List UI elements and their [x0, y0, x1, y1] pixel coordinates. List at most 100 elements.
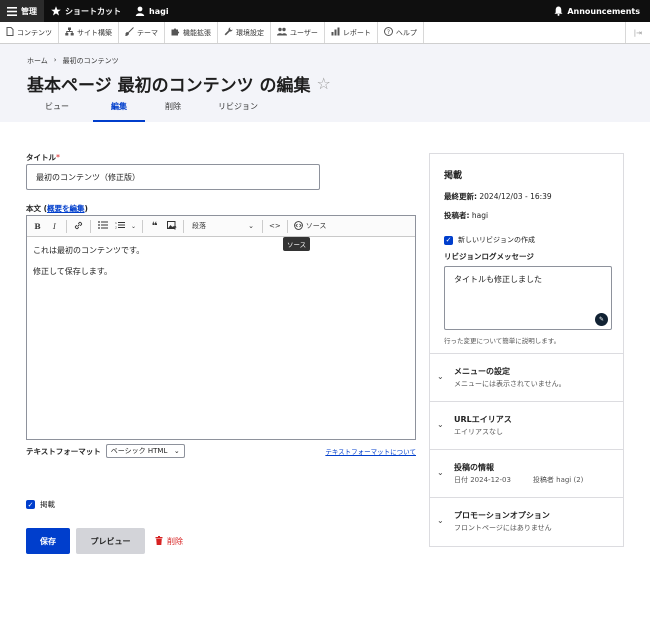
breadcrumb: ホーム › 最初のコンテンツ: [27, 56, 623, 66]
published-label: 掲載: [40, 500, 55, 509]
editor-toolbar: B I 12 ⌄ ❝ 段落 ⌄ <> ソース: [27, 216, 415, 237]
shortcut-star-icon[interactable]: ☆: [317, 74, 331, 93]
document-icon: [6, 27, 14, 38]
tray-item-reports[interactable]: レポート: [325, 22, 378, 43]
shortcuts-menu[interactable]: ショートカット: [44, 0, 128, 22]
tab-view[interactable]: ビュー: [27, 101, 87, 122]
list-options-dropdown[interactable]: ⌄: [129, 218, 138, 235]
tray-item-structure[interactable]: サイト構築: [59, 22, 119, 43]
text-format-value: ベーシック HTML: [110, 447, 168, 455]
preview-button[interactable]: プレビュー: [76, 528, 145, 554]
wrench-icon: [224, 27, 233, 38]
delete-label: 削除: [167, 536, 183, 546]
numbered-list-icon: 12: [115, 221, 125, 231]
published-checkbox[interactable]: ✓: [26, 500, 35, 509]
editor-paragraph: これは最初のコンテンツです。: [33, 246, 145, 255]
publish-section-title: 掲載: [444, 171, 463, 181]
tray-item-label: テーマ: [137, 28, 158, 37]
svg-text:2: 2: [115, 226, 117, 230]
accordion-summary: メニューには表示されていません。: [454, 380, 566, 388]
tray-orientation-toggle[interactable]: |⇥: [624, 22, 650, 43]
tray-item-config[interactable]: 環境設定: [218, 22, 271, 43]
tray-item-label: 環境設定: [236, 28, 264, 37]
title-label: タイトル: [26, 153, 56, 162]
svg-text:1: 1: [115, 221, 117, 225]
link-icon: [74, 221, 83, 232]
breadcrumb-home[interactable]: ホーム: [27, 56, 48, 66]
text-format-help-link[interactable]: テキストフォーマットについて: [325, 446, 416, 456]
authoring-date: 日付 2024-12-03: [454, 476, 511, 484]
required-marker: *: [56, 153, 60, 162]
breadcrumb-current[interactable]: 最初のコンテンツ: [63, 56, 119, 66]
body-editor: B I 12 ⌄ ❝ 段落 ⌄ <> ソース これは最初のコンテンツです。 修正…: [26, 215, 416, 440]
star-icon: [51, 6, 61, 16]
source-button[interactable]: ソース: [292, 218, 329, 235]
italic-button[interactable]: I: [47, 218, 62, 235]
tray-item-label: 機能拡張: [183, 28, 211, 37]
author-value: hagi: [471, 211, 489, 220]
bold-button[interactable]: B: [30, 218, 45, 235]
announcements-label: Announcements: [567, 6, 640, 16]
bell-icon: [554, 6, 563, 16]
user-icon: [135, 6, 145, 16]
tab-revisions[interactable]: リビジョン: [193, 101, 283, 122]
chevron-down-icon: ⌄: [437, 516, 444, 525]
tray-item-content[interactable]: コンテンツ: [0, 22, 59, 43]
source-label: ソース: [305, 222, 327, 230]
save-button[interactable]: 保存: [26, 528, 70, 554]
blockquote-button[interactable]: ❝: [147, 218, 162, 235]
title-input[interactable]: 最初のコンテンツ（修正版）: [26, 164, 320, 190]
local-tabs: ビュー 編集 削除 リビジョン: [27, 101, 283, 122]
accordion-menu-settings[interactable]: ⌄ メニューの設定 メニューには表示されていません。: [430, 354, 623, 402]
bulleted-list-button[interactable]: [95, 218, 110, 235]
revision-log-label: リビジョンログメッセージ: [444, 252, 534, 261]
last-updated-row: 最終更新: 2024/12/03 - 16:39: [444, 191, 609, 202]
tab-delete[interactable]: 削除: [153, 101, 193, 122]
new-revision-label: 新しいリビジョンの作成: [458, 236, 535, 244]
delete-button[interactable]: 削除: [155, 528, 183, 554]
manage-label: 管理: [21, 6, 37, 16]
user-menu[interactable]: hagi: [128, 0, 176, 22]
accordion-summary: 日付 2024-12-03 投稿者 hagi (2): [454, 475, 583, 485]
user-label: hagi: [149, 6, 169, 16]
publish-section: 掲載 最終更新: 2024/12/03 - 16:39 投稿者: hagi ✓ …: [430, 154, 623, 354]
sitemap-icon: [65, 27, 74, 38]
accordion-summary: エイリアスなし: [454, 428, 503, 436]
numbered-list-button[interactable]: 12: [112, 218, 127, 235]
accordion-title: 投稿の情報: [454, 463, 494, 472]
code-button[interactable]: <>: [267, 218, 283, 235]
accordion-authoring-info[interactable]: ⌄ 投稿の情報 日付 2024-12-03 投稿者 hagi (2): [430, 450, 623, 498]
chevron-down-icon: ⌄: [173, 447, 180, 455]
page-title: 基本ページ 最初のコンテンツ の編集: [27, 76, 311, 96]
tray-item-help[interactable]: ? ヘルプ: [378, 22, 424, 43]
revision-log-textarea[interactable]: タイトルも修正しました ✎: [444, 266, 612, 330]
revision-log-value: タイトルも修正しました: [454, 275, 542, 284]
text-format-select[interactable]: ベーシック HTML ⌄: [105, 444, 185, 458]
tab-edit[interactable]: 編集: [93, 101, 145, 122]
image-button[interactable]: [164, 218, 179, 235]
grammar-assistant-icon[interactable]: ✎: [595, 313, 608, 326]
accordion-promotion[interactable]: ⌄ プロモーションオプション フロントページにはありません: [430, 498, 623, 546]
new-revision-checkbox[interactable]: ✓: [444, 235, 453, 245]
tray-item-extend[interactable]: 機能拡張: [165, 22, 218, 43]
tray-item-appearance[interactable]: テーマ: [119, 22, 165, 43]
accordion-url-alias[interactable]: ⌄ URLエイリアス エイリアスなし: [430, 402, 623, 450]
admin-toolbar: 管理 ショートカット hagi Announcements: [0, 0, 650, 22]
tray-item-people[interactable]: ユーザー: [271, 22, 325, 43]
author-label: 投稿者:: [444, 211, 470, 220]
accordion-title: プロモーションオプション: [454, 511, 550, 520]
heading-select[interactable]: 段落 ⌄: [188, 221, 258, 231]
edit-summary-link[interactable]: 概要を編集: [47, 204, 85, 213]
tray-item-label: レポート: [342, 28, 371, 37]
body-label-wrap: 本文 (概要を編集): [26, 203, 88, 214]
admin-tray: コンテンツ サイト構築 テーマ 機能拡張 環境設定 ユーザー レポート ? ヘル…: [0, 22, 650, 44]
editor-content[interactable]: これは最初のコンテンツです。 修正して保存します。: [27, 237, 415, 296]
manage-menu[interactable]: 管理: [0, 0, 44, 22]
tray-item-label: ヘルプ: [395, 28, 417, 37]
text-format-row: テキストフォーマット ベーシック HTML ⌄ テキストフォーマットについて: [26, 444, 416, 458]
chevron-down-icon: ⌄: [437, 468, 444, 477]
source-icon: [293, 220, 303, 232]
link-button[interactable]: [71, 218, 86, 235]
help-icon: ?: [383, 27, 393, 38]
announcements-menu[interactable]: Announcements: [547, 0, 650, 22]
